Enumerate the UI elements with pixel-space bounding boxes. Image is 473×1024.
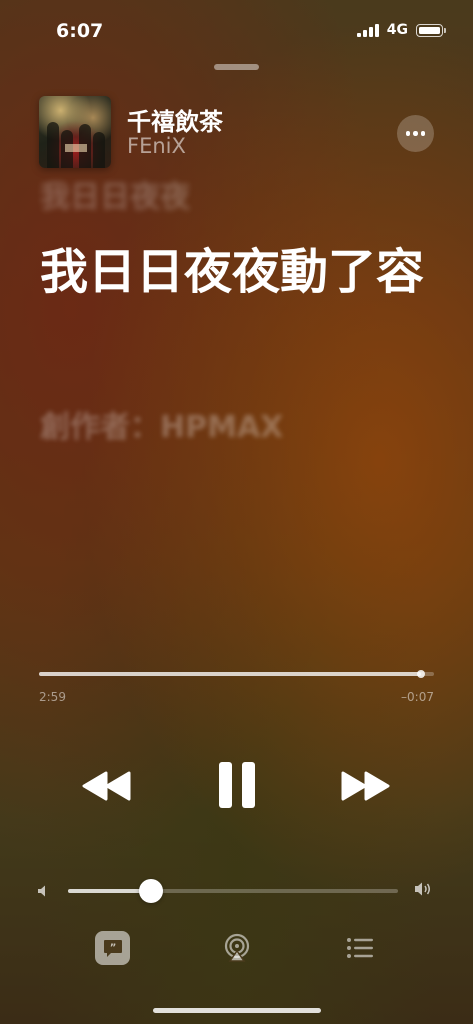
progress-knob[interactable]	[416, 670, 425, 678]
elapsed-time: 2:59	[39, 690, 66, 704]
volume-high-icon	[414, 880, 434, 902]
volume-knob[interactable]	[138, 879, 163, 903]
more-options-button[interactable]	[397, 115, 434, 152]
next-track-button[interactable]	[336, 762, 396, 810]
ellipsis-icon	[405, 131, 411, 136]
lyric-line-current[interactable]: 我日日夜夜動了容	[40, 242, 440, 302]
artist-name[interactable]: FEniX	[127, 134, 186, 158]
network-type: 4G	[386, 22, 408, 38]
queue-button[interactable]	[346, 935, 374, 961]
lyric-line-next[interactable]: 創作者：HPMAX	[40, 402, 283, 446]
album-artwork[interactable]	[39, 96, 111, 168]
rewind-icon	[82, 771, 131, 801]
queue-icon	[347, 938, 373, 958]
status-time: 6:07	[56, 20, 104, 42]
battery-icon	[416, 23, 446, 37]
progress-fill	[39, 672, 421, 676]
airplay-icon	[224, 933, 250, 962]
lyrics-icon: ”	[103, 940, 122, 957]
previous-track-button[interactable]	[76, 762, 136, 810]
lyrics-button[interactable]: ”	[95, 931, 130, 965]
progress-scrubber[interactable]	[39, 670, 434, 678]
svg-text:”: ”	[109, 943, 116, 954]
pause-icon	[219, 762, 255, 808]
signal-icon	[356, 23, 379, 37]
pause-button[interactable]	[207, 755, 267, 815]
volume-slider[interactable]	[68, 879, 398, 903]
sheet-grabber[interactable]	[214, 64, 259, 70]
song-title: 千禧飲茶	[127, 108, 223, 136]
remaining-time: –0:07	[401, 690, 434, 704]
home-indicator[interactable]	[153, 1008, 321, 1013]
fast-forward-icon	[341, 771, 390, 801]
volume-low-icon	[37, 883, 47, 902]
lyric-line-previous[interactable]: 我日日夜夜	[40, 172, 190, 216]
status-indicators: 4G	[356, 22, 446, 38]
airplay-button[interactable]	[222, 933, 252, 963]
